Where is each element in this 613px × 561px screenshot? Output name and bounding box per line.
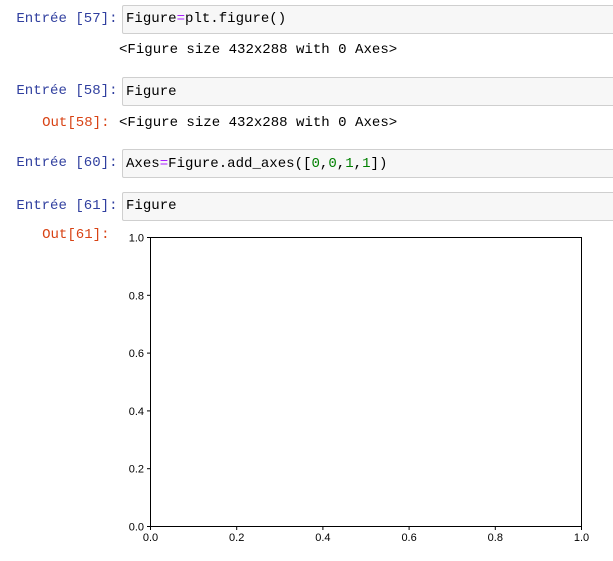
- svg-text:0.6: 0.6: [129, 348, 144, 360]
- svg-text:0.6: 0.6: [401, 532, 416, 544]
- svg-text:0.8: 0.8: [129, 290, 144, 302]
- svg-text:0.2: 0.2: [229, 532, 244, 544]
- svg-text:0.0: 0.0: [129, 522, 144, 534]
- svg-text:0.4: 0.4: [129, 406, 144, 418]
- svg-text:1.0: 1.0: [129, 233, 144, 245]
- svg-text:0.0: 0.0: [143, 532, 158, 544]
- svg-text:1.0: 1.0: [574, 532, 589, 544]
- svg-text:0.4: 0.4: [315, 532, 330, 544]
- svg-text:0.8: 0.8: [488, 532, 503, 544]
- svg-text:0.2: 0.2: [129, 464, 144, 476]
